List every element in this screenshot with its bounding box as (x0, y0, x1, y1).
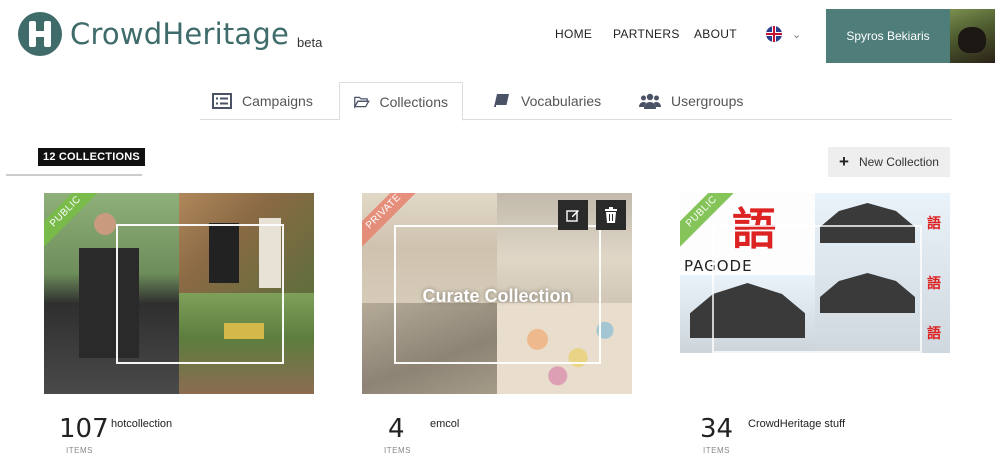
tab-label: Collections (379, 93, 448, 110)
logo[interactable]: CrowdHeritage beta (18, 12, 322, 56)
avatar[interactable] (950, 9, 995, 63)
curate-collection-label[interactable]: Curate Collection (362, 286, 632, 307)
edit-icon (566, 210, 579, 222)
items-count: 4 (388, 414, 405, 444)
collection-card-emcol[interactable]: Curate Collection PRIVATE (362, 193, 632, 394)
user-name: Spyros Bekiaris (846, 29, 930, 43)
logo-text: CrowdHeritage (70, 17, 290, 51)
delete-button[interactable] (596, 200, 626, 230)
tab-usergroups[interactable]: Usergroups (625, 82, 757, 120)
language-selector[interactable]: ⌄ (766, 26, 801, 42)
chevron-down-icon: ⌄ (792, 28, 802, 41)
edit-button[interactable] (558, 200, 588, 230)
beta-badge: beta (297, 34, 323, 50)
items-label: ITEMS (66, 446, 93, 454)
nav-partners[interactable]: PARTNERS (613, 27, 680, 41)
users-icon (639, 93, 661, 109)
items-label: ITEMS (703, 446, 730, 454)
tab-campaigns[interactable]: Campaigns (198, 82, 327, 120)
image-frame (712, 225, 922, 353)
image-frame (116, 224, 284, 364)
collection-card-crowdheritage-stuff[interactable]: 語 PAGODE 語 語 語 PUBLIC (680, 193, 950, 394)
collection-title[interactable]: hotcollection (111, 418, 172, 430)
collection-title[interactable]: CrowdHeritage stuff (748, 418, 845, 430)
trash-icon (605, 207, 617, 223)
tab-label: Usergroups (671, 93, 744, 109)
nav-home[interactable]: HOME (555, 27, 592, 41)
new-collection-label: New Collection (858, 155, 939, 169)
items-count: 34 (700, 414, 734, 444)
user-menu[interactable]: Spyros Bekiaris (826, 9, 950, 63)
tab-collections[interactable]: Collections (339, 82, 463, 121)
count-underline (6, 174, 142, 176)
book-icon (494, 94, 509, 108)
items-label: ITEMS (384, 446, 411, 454)
logo-mark-icon (18, 12, 62, 56)
plus-icon: + (839, 152, 849, 171)
collection-card-hotcollection[interactable]: PUBLIC (44, 193, 314, 394)
collections-count-badge: 12 COLLECTIONS (38, 148, 145, 166)
nav-about[interactable]: ABOUT (694, 27, 737, 41)
folder-open-icon (354, 96, 370, 109)
tab-vocabularies[interactable]: Vocabularies (479, 82, 615, 120)
new-collection-button[interactable]: + New Collection (828, 147, 950, 177)
items-count: 107 (59, 414, 109, 444)
list-icon (212, 93, 232, 109)
collection-title[interactable]: emcol (430, 418, 459, 430)
tab-label: Vocabularies (521, 93, 602, 109)
tab-label: Campaigns (242, 93, 313, 109)
uk-flag-icon (766, 26, 782, 42)
